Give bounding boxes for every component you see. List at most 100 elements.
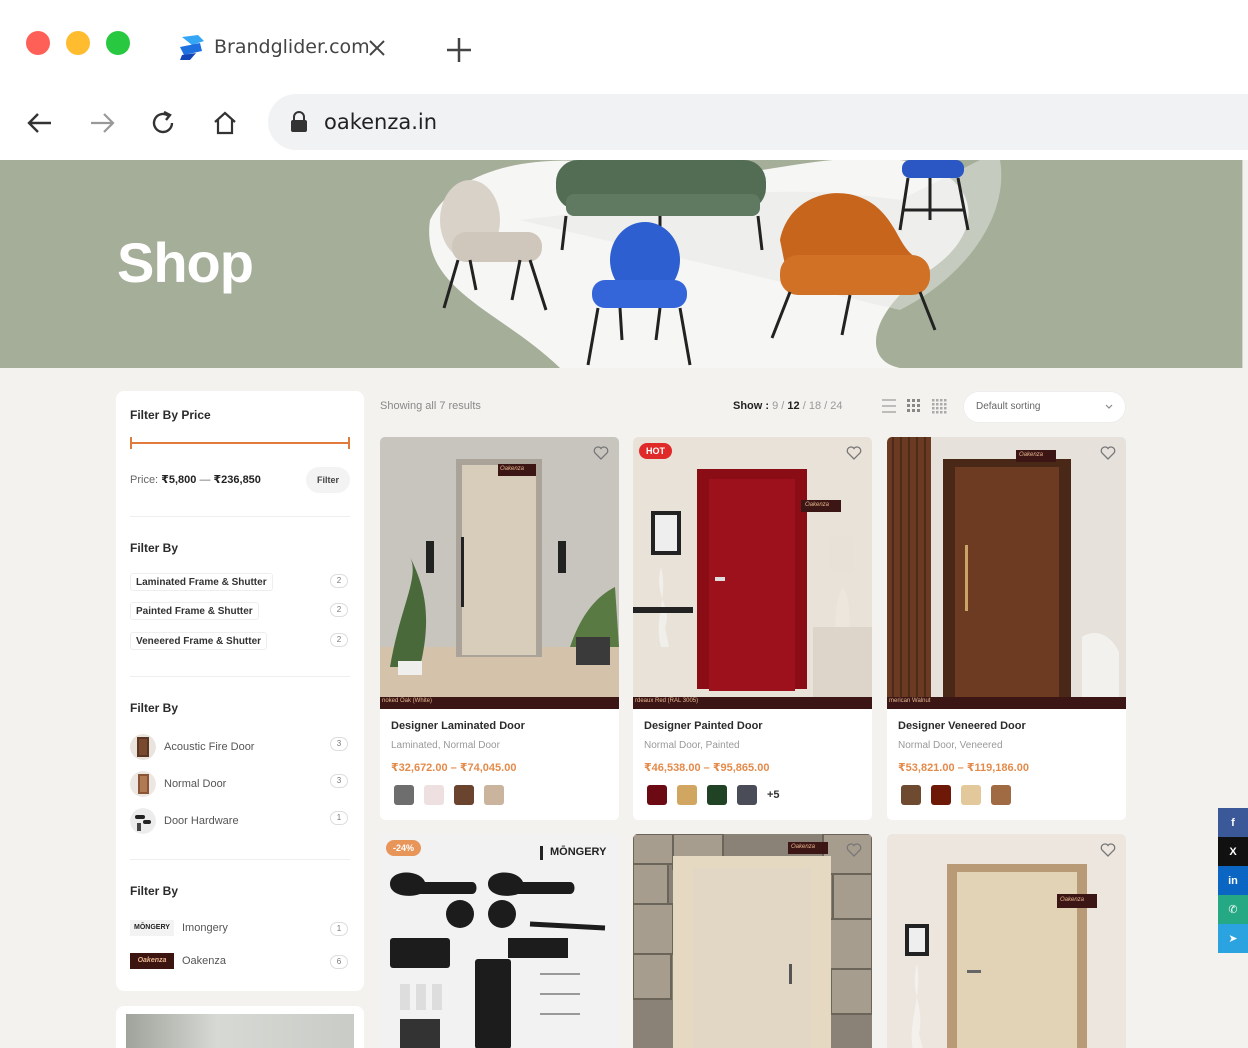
reload-icon[interactable] [148, 108, 178, 138]
minimize-window-button[interactable] [66, 31, 90, 55]
color-swatch[interactable] [424, 785, 444, 805]
product-card[interactable]: Oakenza [633, 834, 872, 1048]
home-icon[interactable] [210, 108, 240, 138]
product-card[interactable]: -24% MŌNGERY [380, 834, 619, 1048]
product-image[interactable] [380, 437, 619, 709]
sorting-select[interactable]: Default sorting [963, 391, 1126, 423]
category-filter-item[interactable]: Painted Frame & Shutter 2 [130, 600, 350, 622]
color-swatch[interactable] [737, 785, 757, 805]
product-price: ₹53,821.00 – ₹119,186.00 [898, 761, 1029, 774]
sidebar-promo-image[interactable] [116, 1006, 364, 1048]
type-label[interactable]: Door Hardware [164, 815, 239, 827]
grid-3-view-icon[interactable] [907, 399, 920, 412]
product-image[interactable] [633, 437, 872, 709]
color-swatches [394, 784, 504, 806]
product-name[interactable]: Designer Laminated Door [391, 720, 525, 732]
wishlist-icon[interactable] [1100, 445, 1116, 461]
per-page-option-active[interactable]: 12 [787, 400, 799, 412]
color-swatch[interactable] [991, 785, 1011, 805]
product-card[interactable]: Oakenza [887, 834, 1126, 1048]
wishlist-icon[interactable] [846, 842, 862, 858]
color-swatch[interactable] [484, 785, 504, 805]
product-name[interactable]: Designer Veneered Door [898, 720, 1026, 732]
color-swatch[interactable] [707, 785, 727, 805]
type-label[interactable]: Acoustic Fire Door [164, 741, 254, 753]
product-card[interactable]: noked Oak (White) Oakenza Designer Lamin… [380, 437, 619, 820]
brand-filter-item[interactable]: Oakenza Oakenza 6 [130, 953, 350, 979]
product-image[interactable] [633, 834, 872, 1048]
color-swatch[interactable] [647, 785, 667, 805]
browser-nav-bar: oakenza.in [0, 92, 1248, 156]
product-name[interactable]: Designer Painted Door [644, 720, 763, 732]
category-filter-item[interactable]: Laminated Frame & Shutter 2 [130, 571, 350, 593]
maximize-window-button[interactable] [106, 31, 130, 55]
back-icon[interactable] [25, 108, 55, 138]
type-filter-item[interactable]: Door Hardware 1 [130, 808, 350, 834]
product-image[interactable] [380, 834, 619, 1048]
color-swatch[interactable] [961, 785, 981, 805]
price-range-slider[interactable] [130, 437, 350, 449]
price-separator: – [703, 762, 710, 774]
price-min: ₹32,672.00 [391, 762, 448, 774]
color-swatch[interactable] [394, 785, 414, 805]
type-filter-item[interactable]: Acoustic Fire Door 3 [130, 734, 350, 760]
product-card[interactable]: merican Walnut Oakenza Designer Veneered… [887, 437, 1126, 820]
price-range-text: Price: ₹5,800 — ₹236,850 [130, 473, 261, 486]
facebook-icon[interactable]: f [1218, 808, 1248, 837]
divider [130, 516, 350, 517]
category-label[interactable]: Laminated Frame & Shutter [130, 573, 273, 591]
price-max-handle[interactable] [348, 437, 350, 449]
mongery-logo: MŌNGERY [550, 846, 607, 858]
color-swatch[interactable] [677, 785, 697, 805]
view-mode-toggles [882, 399, 947, 414]
new-tab-icon[interactable] [444, 35, 474, 65]
more-swatches-link[interactable]: +5 [767, 789, 780, 801]
close-window-button[interactable] [26, 31, 50, 55]
product-price: ₹46,538.00 – ₹95,865.00 [644, 761, 769, 774]
product-categories: Laminated, Normal Door [391, 740, 500, 751]
product-image[interactable] [887, 437, 1126, 709]
telegram-icon[interactable]: ➤ [1218, 924, 1248, 953]
price-min: ₹53,821.00 [898, 762, 955, 774]
type-filter-item[interactable]: Normal Door 3 [130, 771, 350, 797]
price-max: ₹119,186.00 [966, 762, 1029, 774]
linkedin-icon[interactable]: in [1218, 866, 1248, 895]
price-max: ₹95,865.00 [712, 762, 770, 774]
product-card[interactable]: rdeaux Red (RAL 3005) Oakenza HOT Design… [633, 437, 872, 820]
divider [130, 676, 350, 677]
list-view-icon[interactable] [882, 399, 896, 413]
close-tab-icon[interactable] [366, 37, 388, 59]
wishlist-icon[interactable] [846, 445, 862, 461]
per-page-option[interactable]: 24 [830, 400, 842, 412]
brand-label[interactable]: Imongery [182, 922, 228, 934]
chevron-down-icon [1105, 404, 1113, 409]
brand-filter-heading: Filter By [130, 884, 179, 898]
color-swatch[interactable] [931, 785, 951, 805]
price-min-handle[interactable] [130, 437, 132, 449]
wishlist-icon[interactable] [1100, 842, 1116, 858]
price-separator: – [450, 762, 457, 774]
forward-icon[interactable] [87, 108, 117, 138]
category-label[interactable]: Painted Frame & Shutter [130, 602, 259, 620]
product-categories: Normal Door, Painted [644, 740, 740, 751]
url-text[interactable]: oakenza.in [324, 110, 437, 134]
product-image[interactable] [887, 834, 1126, 1048]
wishlist-icon[interactable] [593, 445, 609, 461]
tab-title[interactable]: Brandglider.com [214, 36, 370, 58]
x-icon[interactable]: X [1218, 837, 1248, 866]
grid-4-view-icon[interactable] [932, 399, 947, 414]
color-swatch[interactable] [901, 785, 921, 805]
category-label[interactable]: Veneered Frame & Shutter [130, 632, 268, 650]
whatsapp-icon[interactable]: ✆ [1218, 895, 1248, 924]
category-filter-item[interactable]: Veneered Frame & Shutter 2 [130, 630, 350, 652]
type-label[interactable]: Normal Door [164, 778, 226, 790]
discount-badge: -24% [386, 840, 422, 856]
brand-label[interactable]: Oakenza [182, 955, 226, 967]
per-page-option[interactable]: 9 [772, 400, 778, 412]
brand-count: 6 [330, 955, 348, 969]
color-swatch[interactable] [454, 785, 474, 805]
filter-button[interactable]: Filter [306, 467, 350, 493]
per-page-option[interactable]: 18 [809, 400, 821, 412]
address-bar[interactable]: oakenza.in [268, 94, 1248, 150]
brand-filter-item[interactable]: MŌNGERY Imongery 1 [130, 920, 350, 946]
